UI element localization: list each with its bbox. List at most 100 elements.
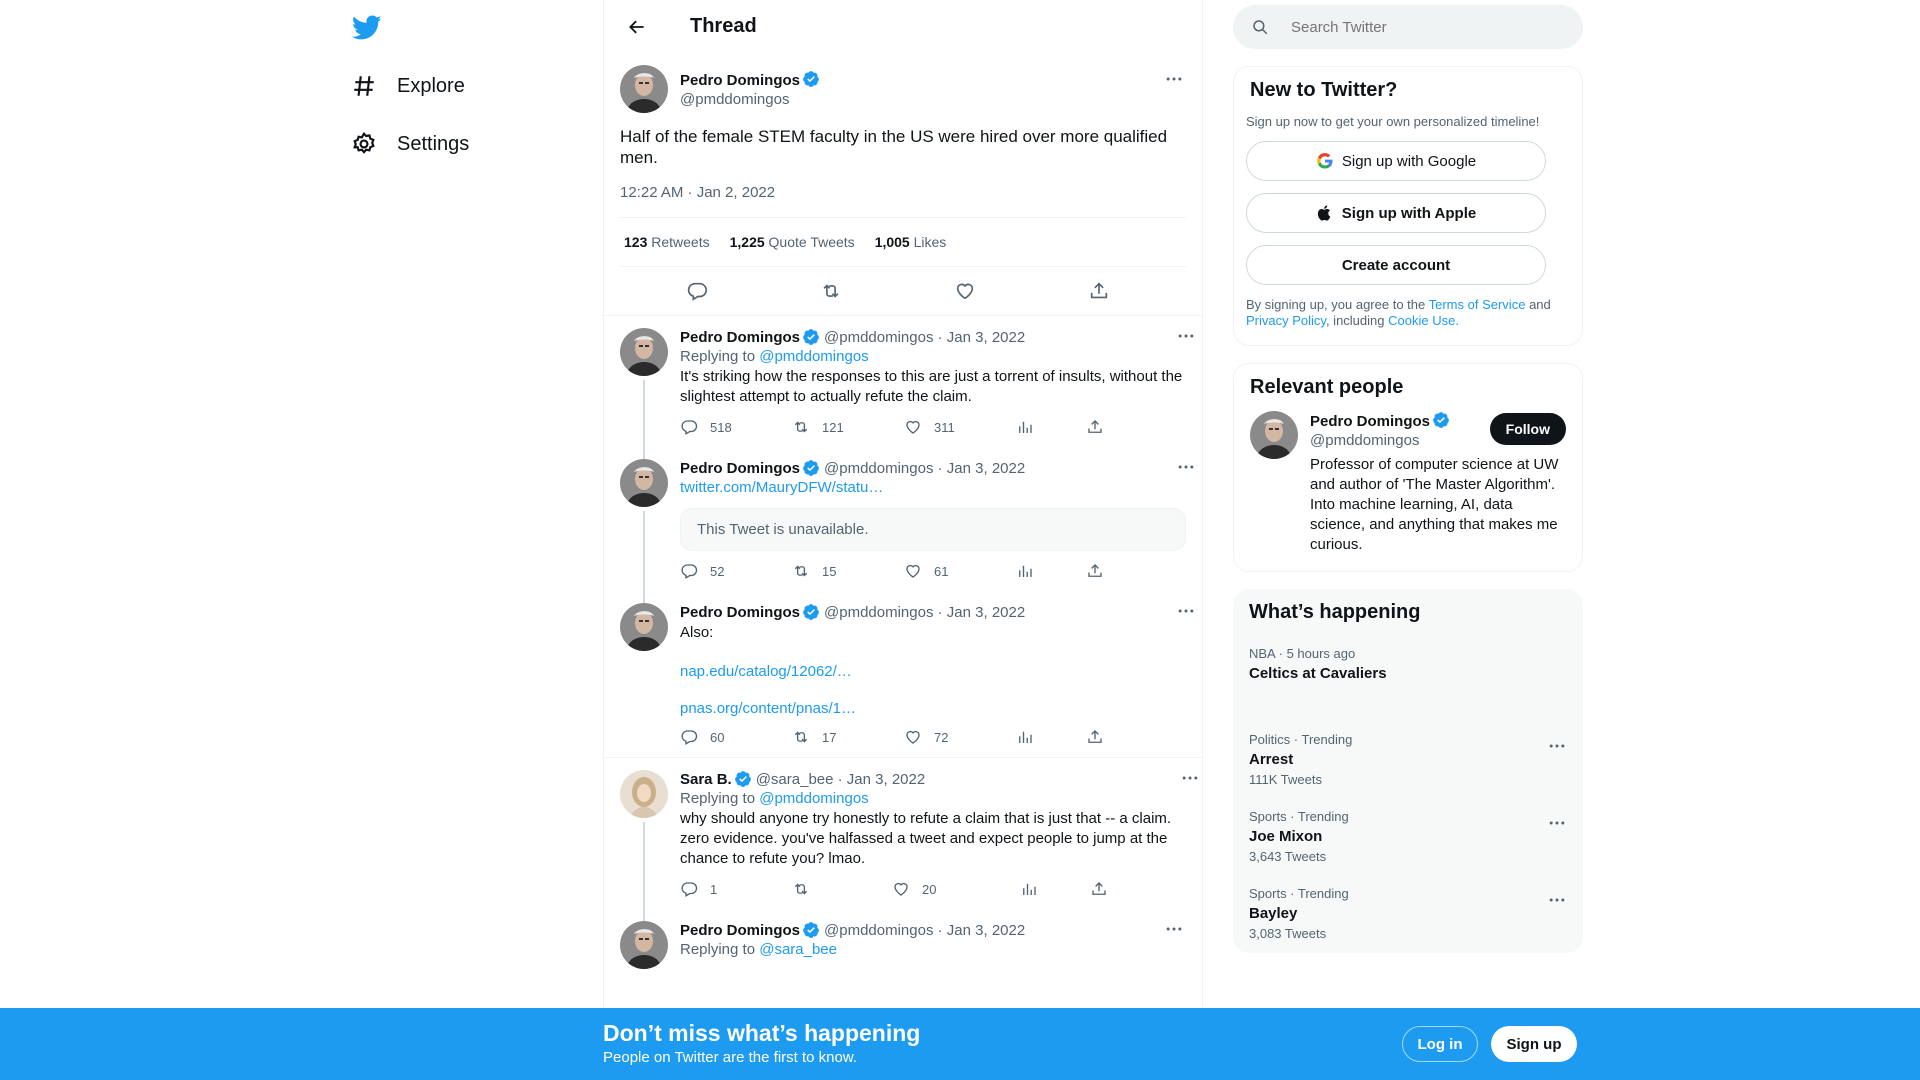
trend-item[interactable]: Sports · Trending Joe Mixon 3,643 Tweets <box>1233 799 1583 876</box>
whats-happening-card: What’s happening NBA · 5 hours ago Celti… <box>1233 589 1583 953</box>
share-button[interactable] <box>1090 880 1202 898</box>
signup-apple-button[interactable]: Sign up with Apple <box>1246 193 1546 233</box>
reply-icon <box>680 418 698 436</box>
author-name[interactable]: Pedro Domingos <box>680 460 800 477</box>
more-options-icon[interactable] <box>1174 457 1198 477</box>
login-button[interactable]: Log in <box>1402 1026 1478 1062</box>
trend-item[interactable]: Politics · Trending Arrest 111K Tweets <box>1233 722 1583 799</box>
reply-button[interactable]: 1 <box>680 880 792 898</box>
share-button[interactable] <box>1086 562 1198 580</box>
thread-header: Thread <box>604 0 1202 53</box>
reply-icon[interactable] <box>686 280 708 302</box>
replying-to-link[interactable]: @sara_bee <box>759 941 837 958</box>
tweet-link[interactable]: twitter.com/MauryDFW/statu… <box>680 479 1198 496</box>
like-button[interactable]: 311 <box>904 418 1016 436</box>
reply-tweet[interactable]: Pedro Domingos @pmddomingos · Jan 3, 2022… <box>604 316 1202 459</box>
create-account-button[interactable]: Create account <box>1246 245 1546 285</box>
more-options-icon[interactable] <box>1162 69 1186 89</box>
follow-button[interactable]: Follow <box>1489 413 1566 445</box>
trend-item[interactable]: Sports · Trending Bayley 3,083 Tweets <box>1233 876 1583 953</box>
tweet-link[interactable]: nap.edu/catalog/12062/… <box>680 663 1198 680</box>
more-options-icon[interactable] <box>1545 813 1569 833</box>
reply-button[interactable]: 52 <box>680 562 792 580</box>
nav-settings[interactable]: Settings <box>351 124 469 164</box>
share-icon[interactable] <box>1088 280 1110 302</box>
retweet-button[interactable]: 17 <box>792 728 904 746</box>
replying-to-link[interactable]: @pmddomingos <box>759 790 868 807</box>
avatar[interactable] <box>620 328 668 376</box>
reply-tweet[interactable]: Pedro Domingos @pmddomingos · Jan 3, 2022… <box>604 591 1202 757</box>
tweet-actions: 52 15 61 <box>680 551 1198 591</box>
share-button[interactable] <box>1086 728 1198 746</box>
back-button[interactable] <box>620 10 654 44</box>
tweet-link[interactable]: pnas.org/content/pnas/1… <box>680 700 1198 717</box>
reply-button[interactable]: 518 <box>680 418 792 436</box>
tweet-actions: 60 17 72 <box>680 717 1198 757</box>
reply-tweet[interactable]: Sara B. @sara_bee · Jan 3, 2022 Replying … <box>604 758 1202 921</box>
avatar[interactable] <box>620 459 668 507</box>
person-name[interactable]: Pedro Domingos <box>1310 413 1430 430</box>
retweet-button[interactable] <box>792 880 892 898</box>
like-button[interactable]: 20 <box>892 880 1020 898</box>
terms-text: By signing up, you agree to the Terms of… <box>1246 297 1551 328</box>
retweet-button[interactable]: 15 <box>792 562 904 580</box>
retweet-icon[interactable] <box>820 280 842 302</box>
more-options-icon[interactable] <box>1545 890 1569 910</box>
terms-link[interactable]: Terms of Service <box>1429 297 1526 312</box>
likes-stat[interactable]: 1,005 Likes <box>875 234 947 250</box>
tweet-timestamp[interactable]: 12:22 AM · Jan 2, 2022 <box>620 184 1186 218</box>
views-button[interactable] <box>1016 728 1086 746</box>
cookie-link[interactable]: Cookie Use. <box>1388 313 1459 328</box>
reply-icon <box>680 562 698 580</box>
signup-google-button[interactable]: Sign up with Google <box>1246 141 1546 181</box>
avatar[interactable] <box>1250 411 1298 459</box>
author-name[interactable]: Pedro Domingos <box>680 604 800 621</box>
retweets-stat[interactable]: 123 Retweets <box>624 234 710 250</box>
reply-icon <box>680 880 698 898</box>
author-handle[interactable]: @pmddomingos <box>680 91 820 108</box>
tweet-actions: 518 121 311 <box>680 407 1198 447</box>
search-input[interactable] <box>1291 18 1551 36</box>
like-button[interactable]: 72 <box>904 728 1016 746</box>
reply-tweet[interactable]: Pedro Domingos @pmddomingos · Jan 3, 2022… <box>604 909 1202 969</box>
banner-title: Don’t miss what’s happening <box>603 1020 921 1046</box>
retweet-icon <box>792 880 810 898</box>
more-options-icon[interactable] <box>1174 601 1198 621</box>
verified-badge-icon <box>1432 411 1450 429</box>
reply-icon <box>680 728 698 746</box>
reply-button[interactable]: 60 <box>680 728 792 746</box>
more-options-icon[interactable] <box>1178 768 1202 788</box>
like-icon <box>904 728 922 746</box>
like-button[interactable]: 61 <box>904 562 1016 580</box>
author-name[interactable]: Sara B. <box>680 771 732 788</box>
views-button[interactable] <box>1016 418 1086 436</box>
person-item[interactable]: Pedro Domingos @pmddomingos Professor of… <box>1234 411 1582 571</box>
views-button[interactable] <box>1016 562 1086 580</box>
verified-badge-icon <box>802 328 820 346</box>
author-name[interactable]: Pedro Domingos <box>680 922 800 939</box>
trend-item[interactable]: NBA · 5 hours ago Celtics at Cavaliers <box>1233 636 1583 722</box>
more-options-icon[interactable] <box>1162 919 1186 939</box>
retweet-icon <box>792 562 810 580</box>
retweet-button[interactable]: 121 <box>792 418 904 436</box>
share-button[interactable] <box>1086 418 1198 436</box>
search-bar[interactable] <box>1233 5 1583 49</box>
more-options-icon[interactable] <box>1174 326 1198 346</box>
privacy-link[interactable]: Privacy Policy <box>1246 313 1326 328</box>
avatar[interactable] <box>620 921 668 969</box>
more-options-icon[interactable] <box>1545 736 1569 756</box>
avatar[interactable] <box>620 65 668 113</box>
tweet-meta: @sara_bee · Jan 3, 2022 <box>755 770 926 788</box>
author-name[interactable]: Pedro Domingos <box>680 329 800 346</box>
quote-tweets-stat[interactable]: 1,225 Quote Tweets <box>730 234 855 250</box>
author-name[interactable]: Pedro Domingos <box>680 72 800 89</box>
avatar[interactable] <box>620 603 668 651</box>
twitter-logo-icon[interactable] <box>351 12 382 42</box>
avatar[interactable] <box>620 770 668 818</box>
signup-button[interactable]: Sign up <box>1491 1026 1577 1062</box>
nav-explore[interactable]: Explore <box>351 66 465 106</box>
replying-to-link[interactable]: @pmddomingos <box>759 348 868 365</box>
like-icon[interactable] <box>954 280 976 302</box>
views-button[interactable] <box>1020 880 1090 898</box>
reply-tweet[interactable]: Pedro Domingos @pmddomingos · Jan 3, 2022… <box>604 447 1202 603</box>
